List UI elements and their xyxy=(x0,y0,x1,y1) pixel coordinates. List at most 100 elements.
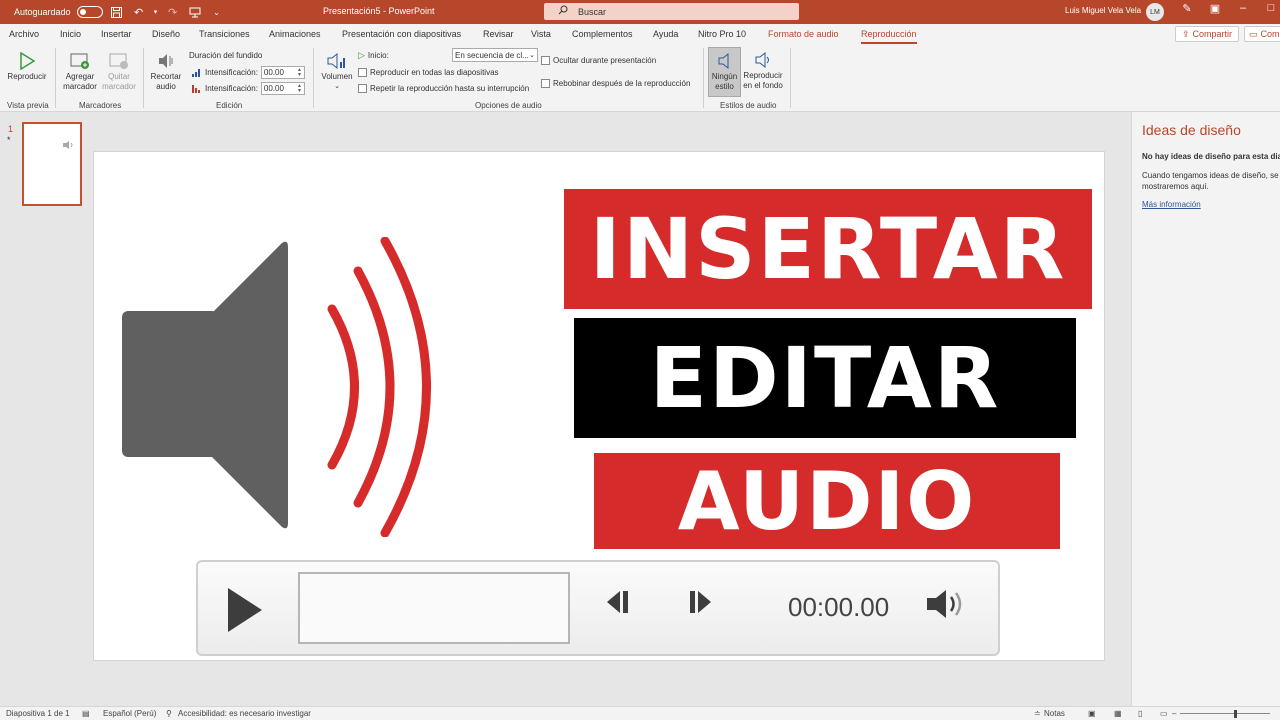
tab-complementos[interactable]: Complementos xyxy=(572,29,633,39)
undo-icon[interactable]: ↶ xyxy=(131,4,147,20)
tab-vista[interactable]: Vista xyxy=(531,29,551,39)
fade-out-input[interactable]: 00.00 ▲ ▼ xyxy=(260,82,305,95)
normal-view-icon[interactable]: ▣ xyxy=(1088,709,1096,718)
design-ideas-text: Cuando tengamos ideas de diseño, se las … xyxy=(1142,171,1280,191)
rewind-label: Rebobinar después de la reproducción xyxy=(553,79,691,88)
slide-animation-marker: * xyxy=(7,135,11,145)
fade-out-label: Intensificación: xyxy=(205,84,258,93)
zoom-slider[interactable] xyxy=(1180,713,1270,714)
remove-bookmark-label-1: Quitar xyxy=(108,72,130,81)
minimize-icon[interactable]: – xyxy=(1236,2,1250,15)
start-dropdown[interactable]: En secuencia de cl... ⌄ xyxy=(452,48,538,62)
customize-toolbar-icon[interactable]: ⌄ xyxy=(209,4,225,20)
rewind-checkbox[interactable]: Rebobinar después de la reproducción xyxy=(541,79,690,88)
fade-out-value: 00.00 xyxy=(263,84,284,93)
add-bookmark-button[interactable]: Agregar marcador xyxy=(60,50,100,92)
hide-label: Ocultar durante presentación xyxy=(553,56,657,65)
present-icon[interactable] xyxy=(187,4,203,20)
add-bookmark-label-1: Agregar xyxy=(65,72,95,81)
play-across-label: Reproducir en todas las diapositivas xyxy=(370,68,499,77)
tab-transiciones[interactable]: Transiciones xyxy=(199,29,250,39)
banner-audio: AUDIO xyxy=(594,453,1060,549)
banner-audio-text: AUDIO xyxy=(677,454,977,548)
tab-nitro[interactable]: Nitro Pro 10 xyxy=(698,29,746,39)
fade-in-row: Intensificación: 00.00 ▲ ▼ xyxy=(192,66,305,79)
reading-view-icon[interactable]: ▯ xyxy=(1138,709,1142,718)
tab-animaciones[interactable]: Animaciones xyxy=(269,29,321,39)
status-notes[interactable]: Notas xyxy=(1044,709,1065,718)
status-accessibility[interactable]: Accesibilidad: es necesario investigar xyxy=(178,709,311,718)
status-language[interactable]: Español (Perú) xyxy=(103,709,156,718)
ribbon-display-icon[interactable]: ▣ xyxy=(1208,2,1222,15)
search-box[interactable]: Buscar xyxy=(544,3,799,20)
share-button[interactable]: ⇪ Compartir xyxy=(1175,26,1239,42)
accessibility-icon[interactable]: ⚲ xyxy=(166,709,172,718)
ribbon-separator xyxy=(703,48,704,108)
comments-button[interactable]: ▭ Com xyxy=(1244,26,1280,42)
spinner-arrows-icon[interactable]: ▲ ▼ xyxy=(297,67,304,78)
play-background-button[interactable]: Reproducir en el fondo xyxy=(741,49,785,91)
comments-label: Com xyxy=(1260,29,1280,39)
redo-icon[interactable]: ↷ xyxy=(165,4,181,20)
autosave-toggle[interactable] xyxy=(76,6,103,18)
status-slide-count: Diapositiva 1 de 1 xyxy=(6,709,70,718)
slide-sorter-icon[interactable]: ▦ xyxy=(1114,709,1122,718)
hide-check[interactable] xyxy=(541,56,550,65)
slideshow-view-icon[interactable]: ▭ xyxy=(1160,709,1168,718)
tab-insertar[interactable]: Insertar xyxy=(101,29,132,39)
ribbon: Reproducir Vista previa Agregar marcador… xyxy=(0,44,1280,112)
save-icon[interactable] xyxy=(109,4,125,20)
rewind-check[interactable] xyxy=(541,79,550,88)
spinner-arrows-icon[interactable]: ▲ ▼ xyxy=(297,83,304,94)
window-title: Presentación5 - PowerPoint xyxy=(323,6,435,16)
title-bar: Autoguardado ↶ ▾ ↷ ⌄ Presentación5 - Pow… xyxy=(0,0,1280,24)
volume-label: Volumen xyxy=(321,72,353,81)
ribbon-separator xyxy=(313,48,314,108)
user-name[interactable]: Luis Miguel Vela Vela xyxy=(1065,6,1141,15)
spellcheck-icon[interactable]: ▤ xyxy=(82,709,90,718)
tab-ayuda[interactable]: Ayuda xyxy=(653,29,678,39)
no-style-label-2: estilo xyxy=(715,82,734,91)
tab-reproduccion[interactable]: Reproducción xyxy=(861,29,917,44)
remove-bookmark-button[interactable]: Quitar marcador xyxy=(100,50,138,92)
zoom-slider-knob[interactable] xyxy=(1234,710,1237,718)
fade-in-input[interactable]: 00.00 ▲ ▼ xyxy=(260,66,305,79)
pen-icon[interactable]: ✎ xyxy=(1180,2,1194,15)
comment-icon: ▭ xyxy=(1249,28,1258,39)
fade-in-value: 00.00 xyxy=(263,68,284,77)
banner-editar: EDITAR xyxy=(574,318,1076,438)
volume-button[interactable]: Volumen ⌄ xyxy=(318,50,356,92)
tab-inicio[interactable]: Inicio xyxy=(60,29,81,39)
maximize-icon[interactable]: □ xyxy=(1264,2,1278,15)
player-time: 00:00.00 xyxy=(788,592,890,622)
search-icon xyxy=(558,5,568,18)
tab-formato-audio[interactable]: Formato de audio xyxy=(768,29,839,39)
remove-bookmark-label-2: marcador xyxy=(102,82,136,91)
slide-thumbnail[interactable] xyxy=(22,122,82,206)
undo-dropdown-icon[interactable]: ▾ xyxy=(153,4,159,20)
slide[interactable]: INSERTAR EDITAR AUDIO 00:00.00 xyxy=(93,151,1105,661)
avatar[interactable]: LM xyxy=(1146,3,1164,21)
loop-check[interactable] xyxy=(358,84,367,93)
tab-archivo[interactable]: Archivo xyxy=(9,29,39,39)
loop-checkbox[interactable]: Repetir la reproducción hasta su interru… xyxy=(358,84,529,93)
tab-presentacion[interactable]: Presentación con diapositivas xyxy=(342,29,461,39)
player-play-icon xyxy=(228,588,262,632)
play-preview-button[interactable]: Reproducir xyxy=(5,50,49,82)
tab-revisar[interactable]: Revisar xyxy=(483,29,514,39)
trim-audio-label-1: Recortar xyxy=(150,72,182,81)
tab-diseno[interactable]: Diseño xyxy=(152,29,180,39)
trim-audio-button[interactable]: Recortar audio xyxy=(147,50,185,92)
more-info-link[interactable]: Más información xyxy=(1142,200,1201,209)
start-label: Inicio: xyxy=(367,51,389,60)
search-placeholder: Buscar xyxy=(578,6,607,17)
hide-checkbox[interactable]: Ocultar durante presentación xyxy=(541,56,656,65)
ribbon-separator xyxy=(143,48,144,108)
zoom-out-icon[interactable]: – xyxy=(1172,709,1176,718)
notes-icon[interactable]: ≐ xyxy=(1034,709,1041,718)
play-across-checkbox[interactable]: Reproducir en todas las diapositivas xyxy=(358,68,499,77)
chevron-down-icon: ⌄ xyxy=(529,52,535,59)
ribbon-separator xyxy=(790,48,791,108)
no-style-button[interactable]: Ningún estilo xyxy=(708,47,741,97)
play-across-check[interactable] xyxy=(358,68,367,77)
